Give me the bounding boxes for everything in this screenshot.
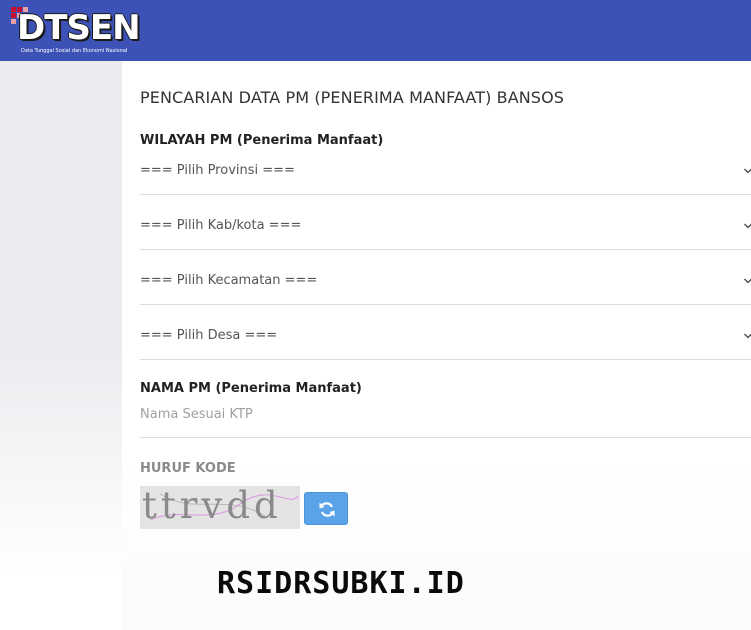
chevron-down-icon: [743, 271, 751, 284]
chevron-down-icon: [743, 326, 751, 339]
chevron-down-icon: [743, 216, 751, 229]
captcha-image: ttrvdd: [140, 486, 300, 529]
kode-label: HURUF KODE: [140, 461, 236, 476]
kecamatan-select[interactable]: === Pilih Kecamatan ===: [140, 265, 751, 305]
kabkota-select[interactable]: === Pilih Kab/kota ===: [140, 210, 751, 250]
nama-label: NAMA PM (Penerima Manfaat): [140, 381, 362, 396]
search-panel: PENCARIAN DATA PM (PENERIMA MANFAAT) BAN…: [122, 61, 751, 630]
chevron-down-icon: [743, 161, 751, 174]
desa-select-value: === Pilih Desa ===: [140, 328, 278, 343]
provinsi-select-value: === Pilih Provinsi ===: [140, 163, 295, 178]
page-title: PENCARIAN DATA PM (PENERIMA MANFAAT) BAN…: [140, 88, 565, 107]
refresh-captcha-button[interactable]: [304, 492, 348, 525]
kecamatan-select-value: === Pilih Kecamatan ===: [140, 273, 318, 288]
logo-tagline: Data Tunggal Sosial dan Ekonomi Nasional: [21, 48, 128, 54]
logo-text: DTSEN: [17, 8, 141, 48]
watermark-text: RSIDRSUBKI.ID: [217, 566, 465, 601]
desa-select[interactable]: === Pilih Desa ===: [140, 320, 751, 360]
dtsen-logo[interactable]: DTSEN Data Tunggal Sosial dan Ekonomi Na…: [11, 7, 141, 58]
wilayah-label: WILAYAH PM (Penerima Manfaat): [140, 133, 384, 148]
provinsi-select[interactable]: === Pilih Provinsi ===: [140, 155, 751, 195]
top-header: DTSEN Data Tunggal Sosial dan Ekonomi Na…: [0, 0, 751, 61]
refresh-icon: [319, 502, 335, 517]
sidebar: [0, 61, 122, 630]
captcha-text: ttrvdd: [142, 486, 282, 527]
kabkota-select-value: === Pilih Kab/kota ===: [140, 218, 302, 233]
nama-input[interactable]: [140, 403, 540, 425]
nama-field-row: [140, 400, 751, 438]
